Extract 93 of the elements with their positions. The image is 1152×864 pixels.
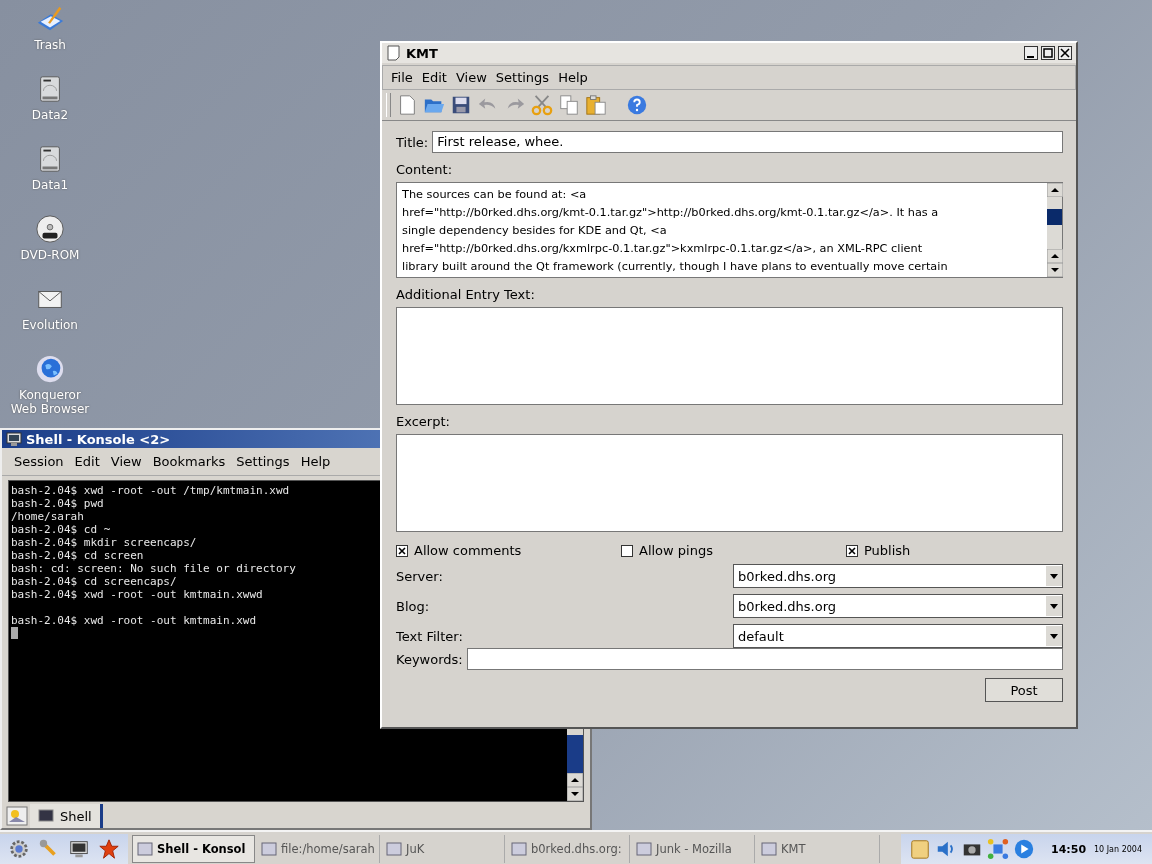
play-icon[interactable] — [1013, 838, 1035, 860]
maximize-icon[interactable] — [1041, 46, 1055, 60]
checkbox-option[interactable]: Allow pings — [621, 543, 846, 558]
checkbox[interactable] — [621, 544, 633, 557]
terminal-line: bash-2.04$ cd screencaps/ — [11, 575, 177, 588]
terminal-line: bash-2.04$ xwd -root -out kmtmain.xwd — [11, 614, 257, 627]
window-title: KMT — [406, 45, 438, 61]
clipboard-icon[interactable] — [909, 838, 931, 860]
taskbar-button[interactable]: Junk - Mozilla — [632, 835, 755, 863]
clipboard-icon[interactable] — [585, 94, 607, 116]
menu-item[interactable]: File — [391, 70, 413, 85]
window-icon — [511, 841, 527, 857]
menu-item[interactable]: Edit — [421, 70, 447, 85]
scroll-up-icon[interactable] — [1047, 249, 1063, 263]
window-icon — [636, 841, 652, 857]
scroll-down-icon[interactable] — [1047, 263, 1063, 277]
text-line: href="http://b0rked.dhs.org/kxmlrpc-0.1.tar.gz">kxmlrpc-0.1.tar.gz</a>, an XML-RPC client — [402, 241, 924, 257]
checkbox[interactable] — [396, 544, 408, 557]
checkbox[interactable] — [846, 544, 858, 557]
menu-item[interactable]: View — [110, 454, 142, 469]
keywords-field[interactable] — [466, 648, 1063, 670]
terminal-line: bash-2.04$ xwd -root -out /tmp/kmtmain.xwd — [11, 484, 290, 497]
globe-gear-icon[interactable] — [35, 354, 65, 384]
menu-item[interactable]: View — [455, 70, 487, 85]
field-label: Blog: — [396, 598, 430, 614]
session-tab[interactable]: Shell — [30, 804, 103, 828]
monitor-icon — [6, 431, 22, 447]
text-cursor — [11, 627, 18, 639]
field-label: Content: — [396, 162, 454, 177]
taskbar-button[interactable]: b0rked.dhs.org: — [507, 835, 630, 863]
menu-item[interactable]: Settings — [495, 70, 550, 85]
terminal-line: bash-2.04$ mkdir screencaps/ — [11, 536, 197, 549]
post-button[interactable]: Post — [985, 678, 1063, 702]
terminal-line: bash-2.04$ pwd — [11, 497, 104, 510]
scrollbar-thumb[interactable] — [1047, 209, 1062, 225]
scissors-icon[interactable] — [531, 94, 553, 116]
taskbar-button[interactable]: file:/home/sarah — [257, 835, 380, 863]
document-icon — [386, 45, 402, 61]
field-label: Server: — [396, 568, 443, 584]
terminal-line: bash: cd: screen: No such file or directory — [11, 562, 296, 575]
terminal-line: bash-2.04$ xwd -root -out kmtmain.xwwd — [11, 588, 263, 601]
field-label: Excerpt: — [396, 414, 451, 429]
text-line: library built around the Qt framework (currently, though I have plans to eventually move certain — [402, 259, 949, 275]
text-line: href="http://b0rked.dhs.org/kmt-0.1.tar.gz">http://b0rked.dhs.org/kmt-0.1.tar.gz</a>. It has a — [402, 205, 940, 221]
terminal-line: bash-2.04$ cd screen — [11, 549, 144, 562]
menu-item[interactable]: Settings — [236, 454, 290, 469]
taskbar-button[interactable]: KMT — [757, 835, 880, 863]
window-icon — [386, 841, 402, 857]
star-icon[interactable] — [98, 838, 120, 860]
checkbox-option[interactable]: Allow comments — [396, 543, 621, 558]
dropdown[interactable]: b0rked.dhs.org — [733, 594, 1063, 618]
field-label: Additional Entry Text: — [396, 287, 536, 302]
menu-item[interactable]: Help — [300, 454, 331, 469]
scroll-up-icon[interactable] — [1047, 183, 1063, 197]
menu-item[interactable]: Session — [14, 454, 64, 469]
monitor-icon[interactable] — [68, 838, 90, 860]
terminal-line: bash-2.04$ cd ~ — [11, 523, 111, 536]
field-label: Text Filter: — [396, 628, 463, 644]
terminal-line: /home/sarah — [11, 510, 84, 523]
clock-date[interactable]: 10 Jan 2004 — [1094, 844, 1142, 854]
monitor-icon — [38, 808, 54, 824]
gear-icon[interactable] — [8, 838, 30, 860]
taskbar-button[interactable]: Shell - Konsol — [132, 835, 255, 863]
menu-item[interactable]: Bookmarks — [152, 454, 226, 469]
window-icon — [137, 841, 153, 857]
help-icon[interactable] — [626, 94, 648, 116]
copy-icon[interactable] — [558, 94, 580, 116]
content-text-area[interactable] — [396, 182, 1063, 278]
text-line: The sources can be found at: <a — [402, 187, 588, 203]
text-line: single dependency besides for KDE and Qt, <a — [402, 223, 668, 239]
save-icon[interactable] — [450, 94, 472, 116]
close-icon[interactable] — [1058, 46, 1072, 60]
menu-item[interactable]: Edit — [74, 454, 100, 469]
title-field[interactable]: First release, whee. — [432, 131, 1063, 153]
taskbar-button[interactable]: JuK — [382, 835, 505, 863]
clock-time[interactable]: 14:50 — [1051, 842, 1087, 856]
checkbox-option[interactable]: Publish — [846, 543, 911, 558]
disc-icon[interactable] — [35, 214, 65, 244]
dropdown[interactable]: b0rked.dhs.org — [733, 564, 1063, 588]
field-label: Title: — [396, 134, 429, 150]
window-icon — [261, 841, 277, 857]
window-title: Shell - Konsole <2> — [26, 431, 171, 447]
minimize-icon[interactable] — [1024, 46, 1038, 60]
excerpt-text-area[interactable] — [396, 434, 1063, 532]
new-session-icon[interactable] — [6, 806, 28, 826]
window-icon — [761, 841, 777, 857]
scroll-up-icon[interactable] — [567, 773, 583, 787]
field-label: Keywords: — [396, 651, 463, 667]
scrollbar-thumb[interactable] — [567, 735, 583, 773]
scroll-down-icon[interactable] — [567, 787, 583, 801]
additional-text-area[interactable] — [396, 307, 1063, 405]
dropdown[interactable]: default — [733, 624, 1063, 648]
menu-item[interactable]: Help — [558, 70, 588, 85]
